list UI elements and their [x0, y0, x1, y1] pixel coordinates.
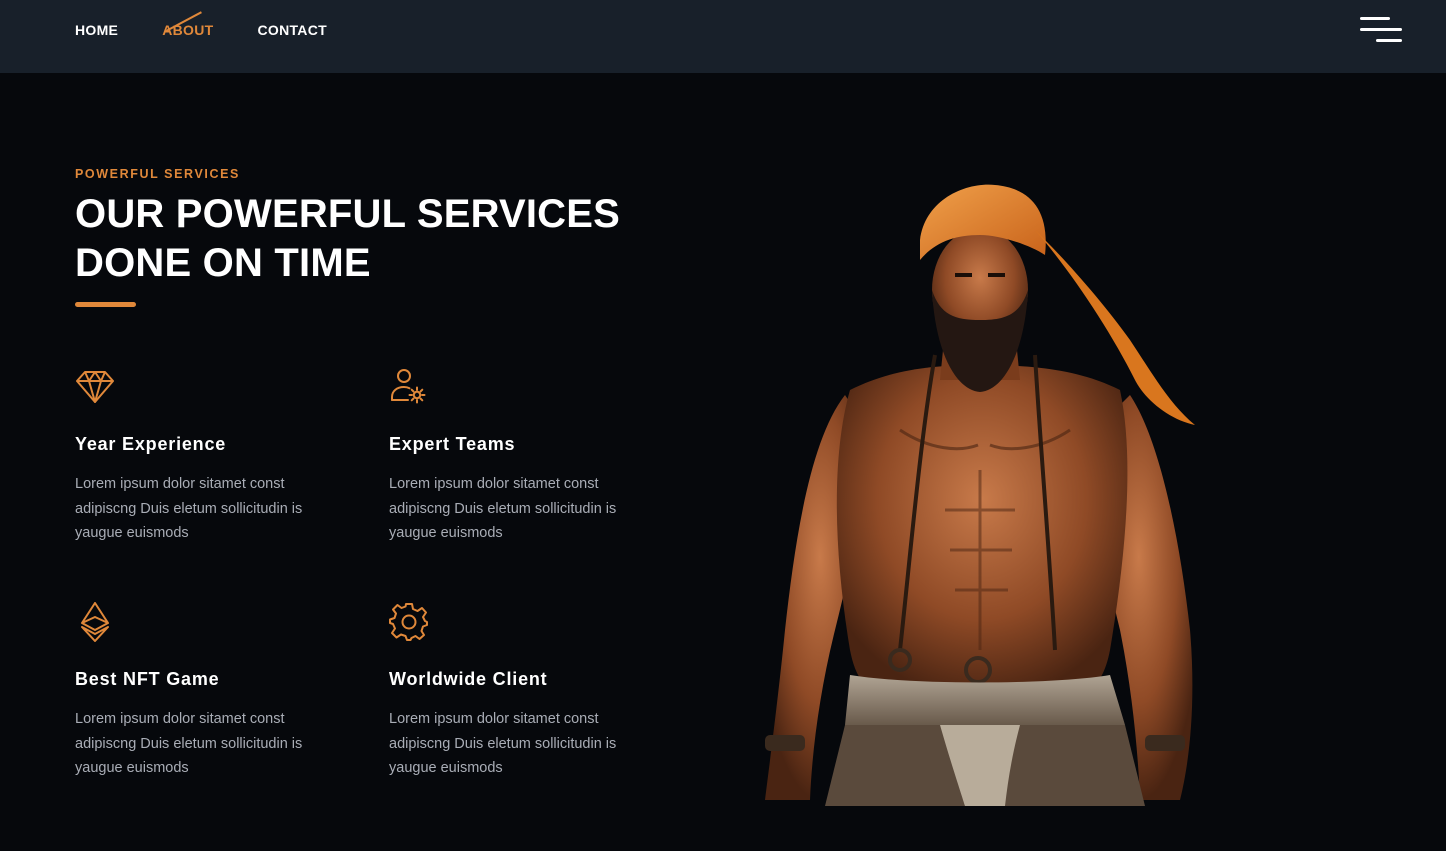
feature-description: Lorem ipsum dolor sitamet const adipiscn…: [389, 711, 617, 776]
hamburger-line: [1360, 17, 1390, 20]
nav-link-contact[interactable]: CONTACT: [257, 22, 327, 38]
ethereum-icon: [81, 602, 109, 642]
headline-line-1: OUR POWERFUL SERVICES: [75, 192, 621, 236]
feature-worldwide-client: Worldwide Client Lorem ipsum dolor sitam…: [389, 602, 679, 776]
main-nav: HOME ABOUT CONTACT: [75, 11, 327, 38]
headline-line-2: DONE ON TIME: [75, 241, 371, 285]
feature-description: Lorem ipsum dolor sitamet const adipiscn…: [75, 711, 303, 776]
headline-underline: [75, 302, 136, 307]
feature-title: Expert Teams: [389, 434, 516, 454]
nav-link-about-label: ABOUT: [162, 22, 214, 38]
hamburger-menu-icon[interactable]: [1360, 17, 1402, 45]
feature-year-experience: Year Experience Lorem ipsum dolor sitame…: [75, 367, 365, 541]
section-eyebrow: POWERFUL SERVICES: [75, 167, 240, 181]
feature-expert-teams: Expert Teams Lorem ipsum dolor sitamet c…: [389, 367, 679, 541]
gear-icon: [389, 603, 428, 641]
hamburger-line: [1360, 28, 1402, 31]
feature-description: Lorem ipsum dolor sitamet const adipiscn…: [75, 476, 303, 541]
nav-link-home[interactable]: HOME: [75, 22, 118, 38]
feature-best-nft-game: Best NFT Game Lorem ipsum dolor sitamet …: [75, 602, 365, 776]
section-headline: OUR POWERFUL SERVICES DONE ON TIME: [75, 190, 635, 288]
hero-warrior-illustration: [765, 184, 1195, 806]
user-gear-icon: [391, 369, 426, 404]
feature-description: Lorem ipsum dolor sitamet const adipiscn…: [389, 476, 617, 541]
feature-title: Best NFT Game: [75, 669, 220, 689]
diamond-icon: [76, 371, 114, 403]
top-navigation-bar: HOME ABOUT CONTACT: [0, 0, 1446, 73]
hamburger-line: [1376, 39, 1402, 42]
feature-title: Year Experience: [75, 434, 227, 454]
feature-title: Worldwide Client: [389, 669, 548, 689]
nav-link-about[interactable]: ABOUT: [162, 11, 214, 38]
